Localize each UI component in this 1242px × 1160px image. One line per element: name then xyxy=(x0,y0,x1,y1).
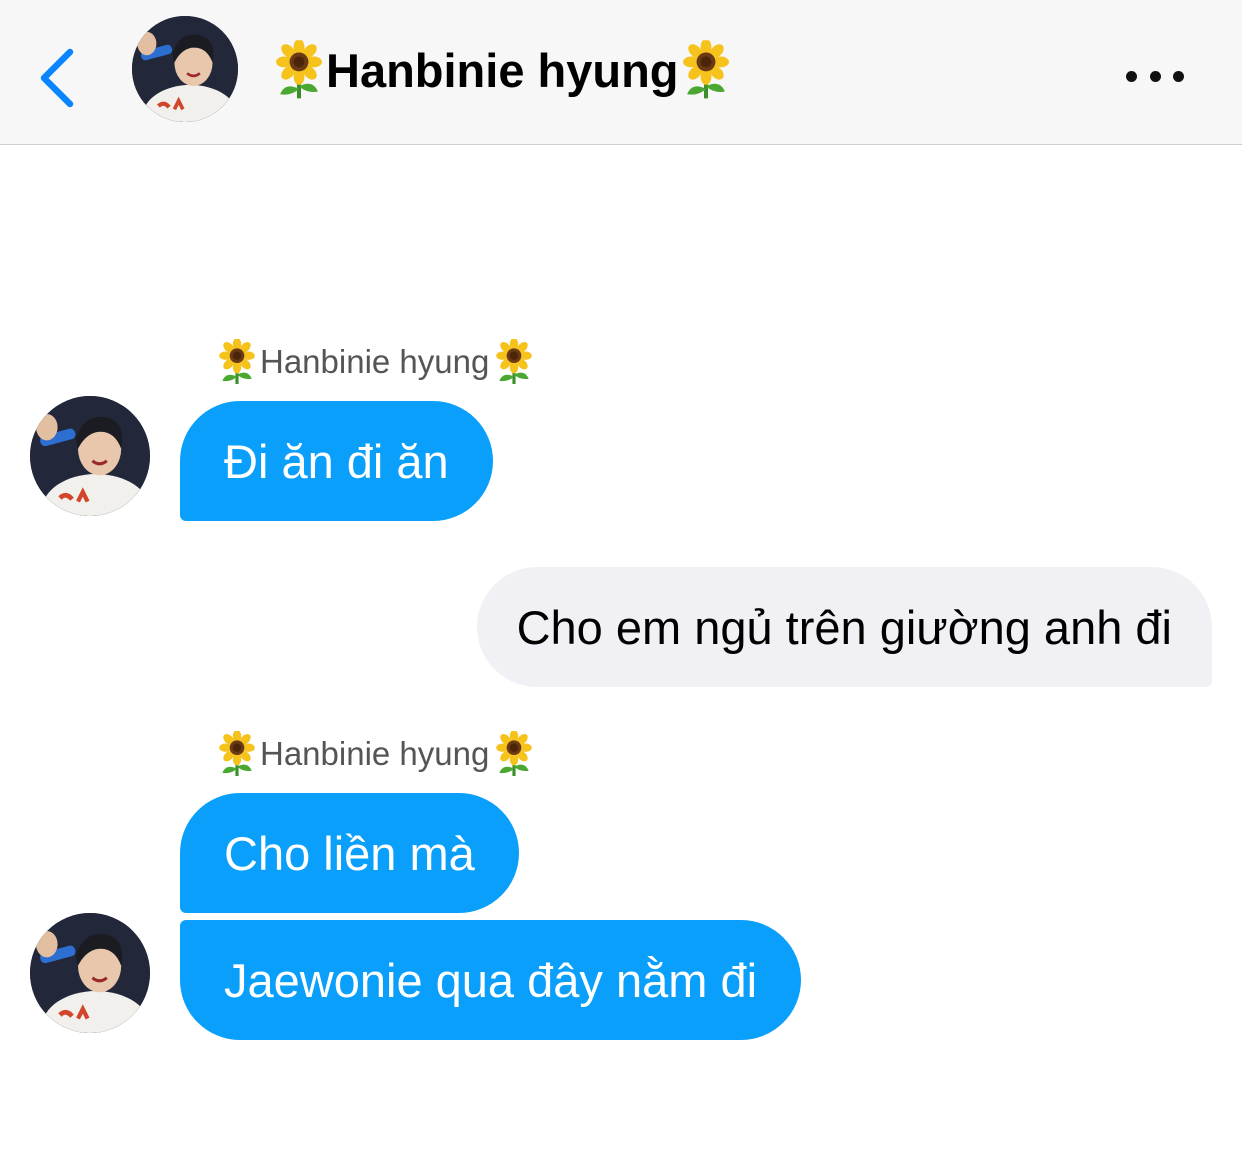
sender-name: Hanbinie hyung xyxy=(216,732,535,776)
message-text: Jaewonie qua đây nằm đi xyxy=(224,953,758,1007)
contact-name-title[interactable]: Hanbinie hyung xyxy=(272,38,733,102)
incoming-message-bubble[interactable]: Đi ăn đi ăn xyxy=(180,401,493,521)
more-horizontal-icon xyxy=(1126,70,1137,82)
message-text: Cho liền mà xyxy=(224,826,475,880)
more-horizontal-icon xyxy=(1173,70,1184,82)
incoming-message-bubble[interactable]: Cho liền mà xyxy=(180,793,519,913)
sunflower-icon xyxy=(493,731,535,777)
sender-name-text: Hanbinie hyung xyxy=(260,343,490,380)
message-text: Cho em ngủ trên giường anh đi xyxy=(516,600,1172,654)
sender-name: Hanbinie hyung xyxy=(216,340,535,384)
contact-name-text: Hanbinie hyung xyxy=(326,43,679,97)
more-options-button[interactable] xyxy=(1120,58,1190,94)
sunflower-icon xyxy=(679,40,733,100)
sender-name-text: Hanbinie hyung xyxy=(260,735,490,772)
sunflower-icon xyxy=(272,40,326,100)
contact-avatar[interactable] xyxy=(132,16,238,122)
outgoing-message-bubble[interactable]: Cho em ngủ trên giường anh đi xyxy=(476,567,1212,687)
incoming-message-bubble[interactable]: Jaewonie qua đây nằm đi xyxy=(180,920,802,1040)
sender-avatar[interactable] xyxy=(30,396,150,516)
back-button[interactable] xyxy=(26,40,86,116)
sender-avatar[interactable] xyxy=(30,913,150,1033)
sunflower-icon xyxy=(216,339,258,385)
more-horizontal-icon xyxy=(1149,70,1161,82)
chat-header: Hanbinie hyung xyxy=(0,0,1242,145)
sunflower-icon xyxy=(216,731,258,777)
sunflower-icon xyxy=(493,339,535,385)
chevron-left-icon xyxy=(40,48,74,108)
message-text: Đi ăn đi ăn xyxy=(224,434,449,488)
